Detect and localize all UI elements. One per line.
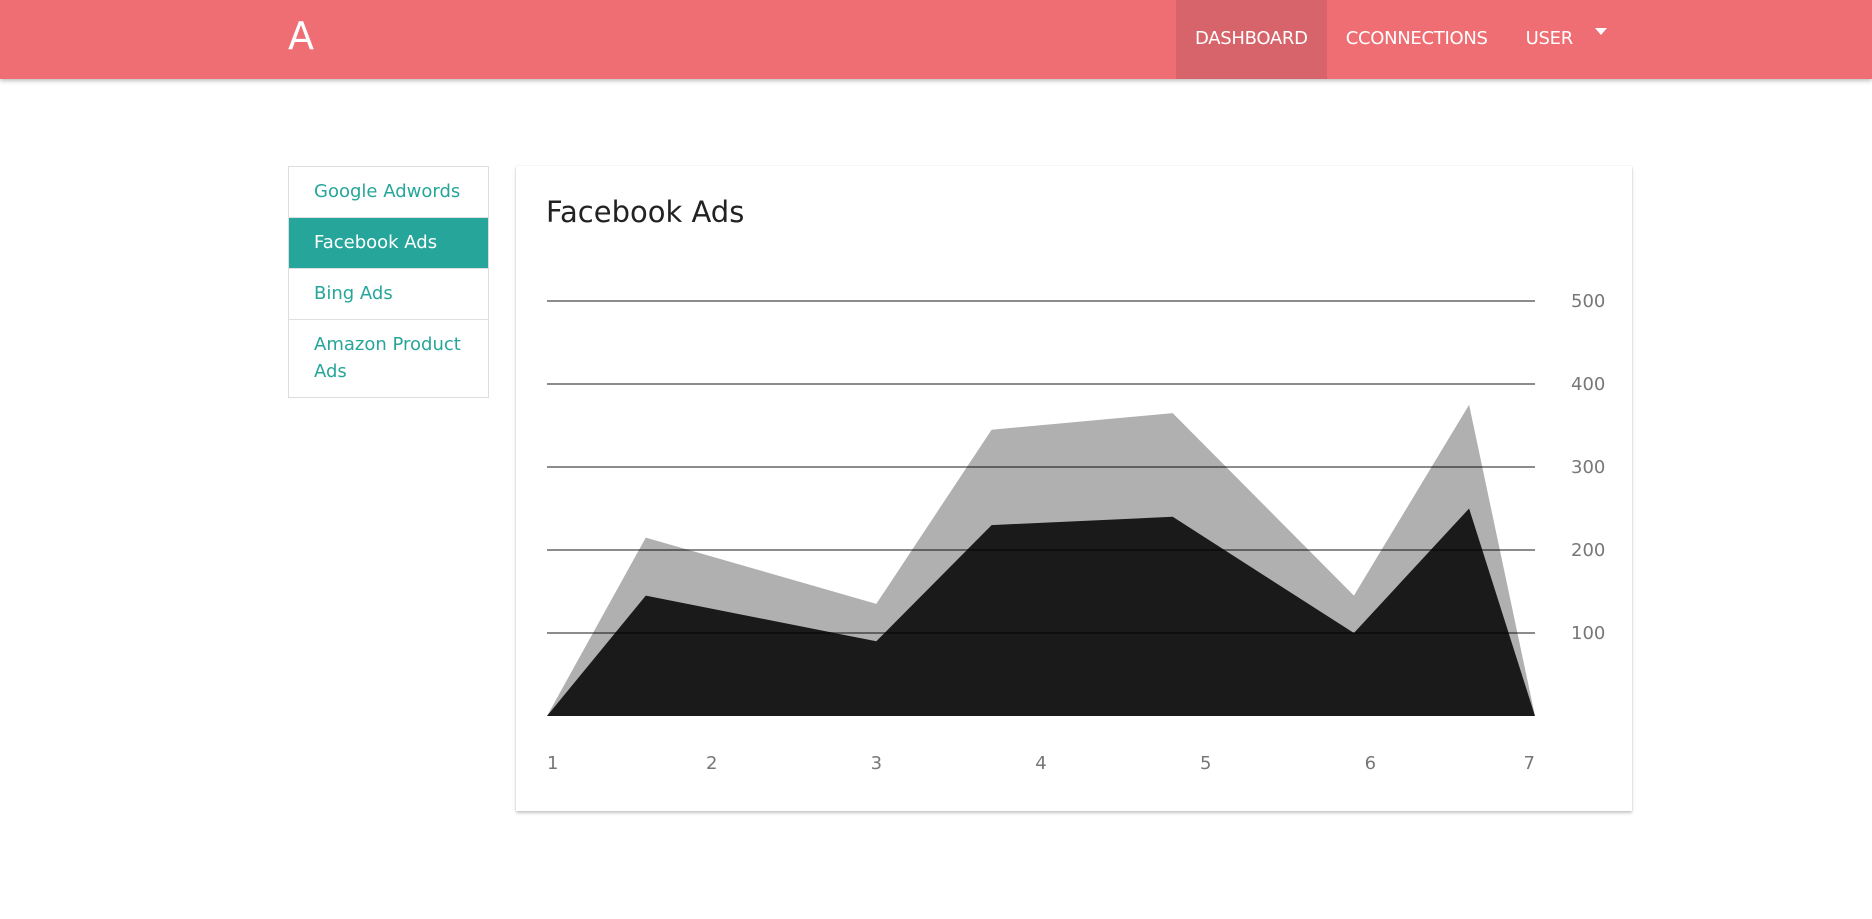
top-navbar: A DASHBOARD CCONNECTIONS USER xyxy=(0,0,1872,79)
chart-card: Facebook Ads 100 200 300 400 500 1 2 3 4 5 6 7 xyxy=(516,166,1632,811)
x-tick-label: 5 xyxy=(1200,753,1211,774)
area-chart: 100 200 300 400 500 1 2 3 4 5 6 7 xyxy=(547,291,1605,774)
x-tick-label: 6 xyxy=(1365,753,1376,774)
caret-down-icon xyxy=(1594,28,1607,35)
y-tick-label: 300 xyxy=(1571,457,1605,478)
brand-logo[interactable]: A xyxy=(288,14,314,58)
nav-dashboard-link[interactable]: DASHBOARD xyxy=(1176,0,1327,79)
sidebar-item-bing-ads[interactable]: Bing Ads xyxy=(289,269,488,320)
sidebar-item-google-adwords[interactable]: Google Adwords xyxy=(289,167,488,218)
x-tick-label: 4 xyxy=(1035,753,1046,774)
sidebar-item-amazon-product-ads[interactable]: Amazon Product Ads xyxy=(289,320,488,397)
nav-user-dropdown[interactable]: USER xyxy=(1507,0,1619,79)
sidebar-list: Google Adwords Facebook Ads Bing Ads Ama… xyxy=(288,166,489,398)
y-tick-label: 400 xyxy=(1571,374,1605,395)
nav-user-label: USER xyxy=(1525,28,1574,49)
x-tick-label: 3 xyxy=(871,753,882,774)
y-tick-label: 500 xyxy=(1571,291,1605,312)
sidebar-item-facebook-ads[interactable]: Facebook Ads xyxy=(289,218,488,269)
x-tick-label: 7 xyxy=(1524,753,1535,774)
nav-links: DASHBOARD CCONNECTIONS USER xyxy=(1176,0,1619,79)
y-tick-label: 200 xyxy=(1571,540,1605,561)
area-series-2 xyxy=(547,508,1535,716)
nav-connections-link[interactable]: CCONNECTIONS xyxy=(1327,0,1507,79)
y-tick-label: 100 xyxy=(1571,623,1605,644)
x-tick-label: 1 xyxy=(547,753,558,774)
x-tick-label: 2 xyxy=(706,753,717,774)
